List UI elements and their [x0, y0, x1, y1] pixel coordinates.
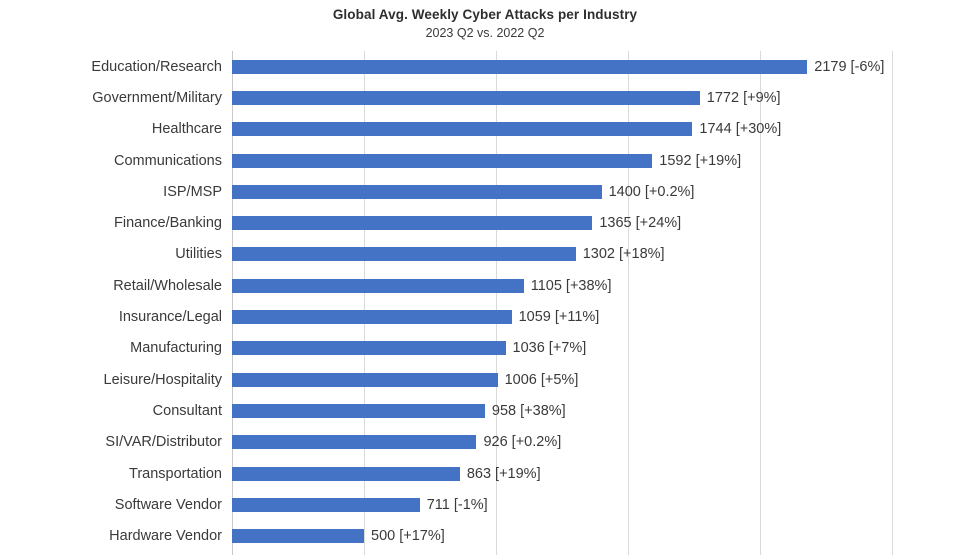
category-axis-labels: Education/Research Government/Military Hea…: [0, 51, 222, 555]
bar: [232, 435, 477, 450]
chart-subtitle: 2023 Q2 vs. 2022 Q2: [425, 26, 545, 40]
bar: [232, 216, 593, 231]
category-label: Consultant: [152, 402, 222, 419]
bar-value-label: 1059 [+11%]: [518, 309, 600, 326]
bar: [232, 184, 602, 199]
bar-value-label: 1302 [+18%]: [582, 246, 665, 263]
bar-row: 1365 [+24%]: [232, 208, 970, 239]
bar-value-label: 1592 [+19%]: [659, 152, 742, 169]
category-label: SI/VAR/Distributor: [105, 434, 222, 451]
bar-value-label: 1400 [+0.2%]: [608, 183, 695, 200]
category-label: Leisure/Hospitality: [103, 371, 222, 388]
chart-container: Global Avg. Weekly Cyber Attacks per Ind…: [0, 0, 970, 555]
bar-value-label: 500 [+17%]: [371, 528, 445, 545]
bar: [232, 403, 485, 418]
category-label: Manufacturing: [130, 340, 222, 357]
bar: [232, 529, 364, 544]
category-label: Healthcare: [151, 121, 222, 138]
category-label: Finance/Banking: [113, 215, 222, 232]
bar-row: 1302 [+18%]: [232, 239, 970, 270]
bar-value-label: 1006 [+5%]: [504, 371, 579, 388]
bar-row: 1036 [+7%]: [232, 333, 970, 364]
bar: [232, 153, 653, 168]
bar-value-label: 2179 [-6%]: [814, 58, 885, 75]
category-label: Insurance/Legal: [118, 309, 222, 326]
bar-value-label: 711 [-1%]: [426, 496, 488, 513]
category-label: Software Vendor: [114, 496, 222, 513]
chart-title-block: Global Avg. Weekly Cyber Attacks per Ind…: [0, 6, 970, 42]
category-label: Retail/Wholesale: [113, 277, 222, 294]
category-label: Hardware Vendor: [109, 528, 222, 545]
bar-row: 1006 [+5%]: [232, 364, 970, 395]
bar-value-label: 1365 [+24%]: [599, 215, 682, 232]
bar-value-label: 863 [+19%]: [466, 465, 541, 482]
bar: [232, 247, 576, 262]
bar: [232, 341, 506, 356]
category-label: Communications: [114, 152, 222, 169]
bar-row: 1772 [+9%]: [232, 82, 970, 113]
bar-row: 926 [+0.2%]: [232, 427, 970, 458]
bar: [232, 59, 808, 74]
bar-row: 1744 [+30%]: [232, 114, 970, 145]
bar-value-label: 926 [+0.2%]: [483, 434, 562, 451]
bar-value-label: 958 [+38%]: [491, 402, 566, 419]
category-label: Utilities: [175, 246, 222, 263]
bar-row: 958 [+38%]: [232, 395, 970, 426]
bar-row: 1105 [+38%]: [232, 270, 970, 301]
bar: [232, 497, 420, 512]
bar-row: 500 [+17%]: [232, 521, 970, 552]
plot-area: 2179 [-6%] 1772 [+9%] 1744 [+30%] 1592 [+19…: [232, 51, 970, 555]
category-label: Transportation: [129, 465, 222, 482]
category-label: Education/Research: [91, 58, 222, 75]
bar: [232, 310, 512, 325]
category-label: ISP/MSP: [163, 183, 222, 200]
bar: [232, 466, 460, 481]
bar-value-label: 1105 [+38%]: [530, 277, 612, 294]
chart-title: Global Avg. Weekly Cyber Attacks per Ind…: [332, 7, 638, 22]
bar-row: 2179 [-6%]: [232, 51, 970, 82]
bar-row: 1400 [+0.2%]: [232, 176, 970, 207]
bar: [232, 372, 498, 387]
bar-row: 1059 [+11%]: [232, 301, 970, 332]
bar-value-label: 1772 [+9%]: [706, 89, 781, 106]
bar: [232, 90, 700, 105]
bar-value-label: 1036 [+7%]: [512, 340, 587, 357]
bar: [232, 122, 693, 137]
bar-row: 711 [-1%]: [232, 489, 970, 520]
bar-value-label: 1744 [+30%]: [699, 121, 782, 138]
bar-rows: 2179 [-6%] 1772 [+9%] 1744 [+30%] 1592 [+19…: [232, 51, 970, 555]
bar-row: 1592 [+19%]: [232, 145, 970, 176]
category-label: Government/Military: [92, 89, 222, 106]
bar: [232, 278, 524, 293]
bar-row: 863 [+19%]: [232, 458, 970, 489]
